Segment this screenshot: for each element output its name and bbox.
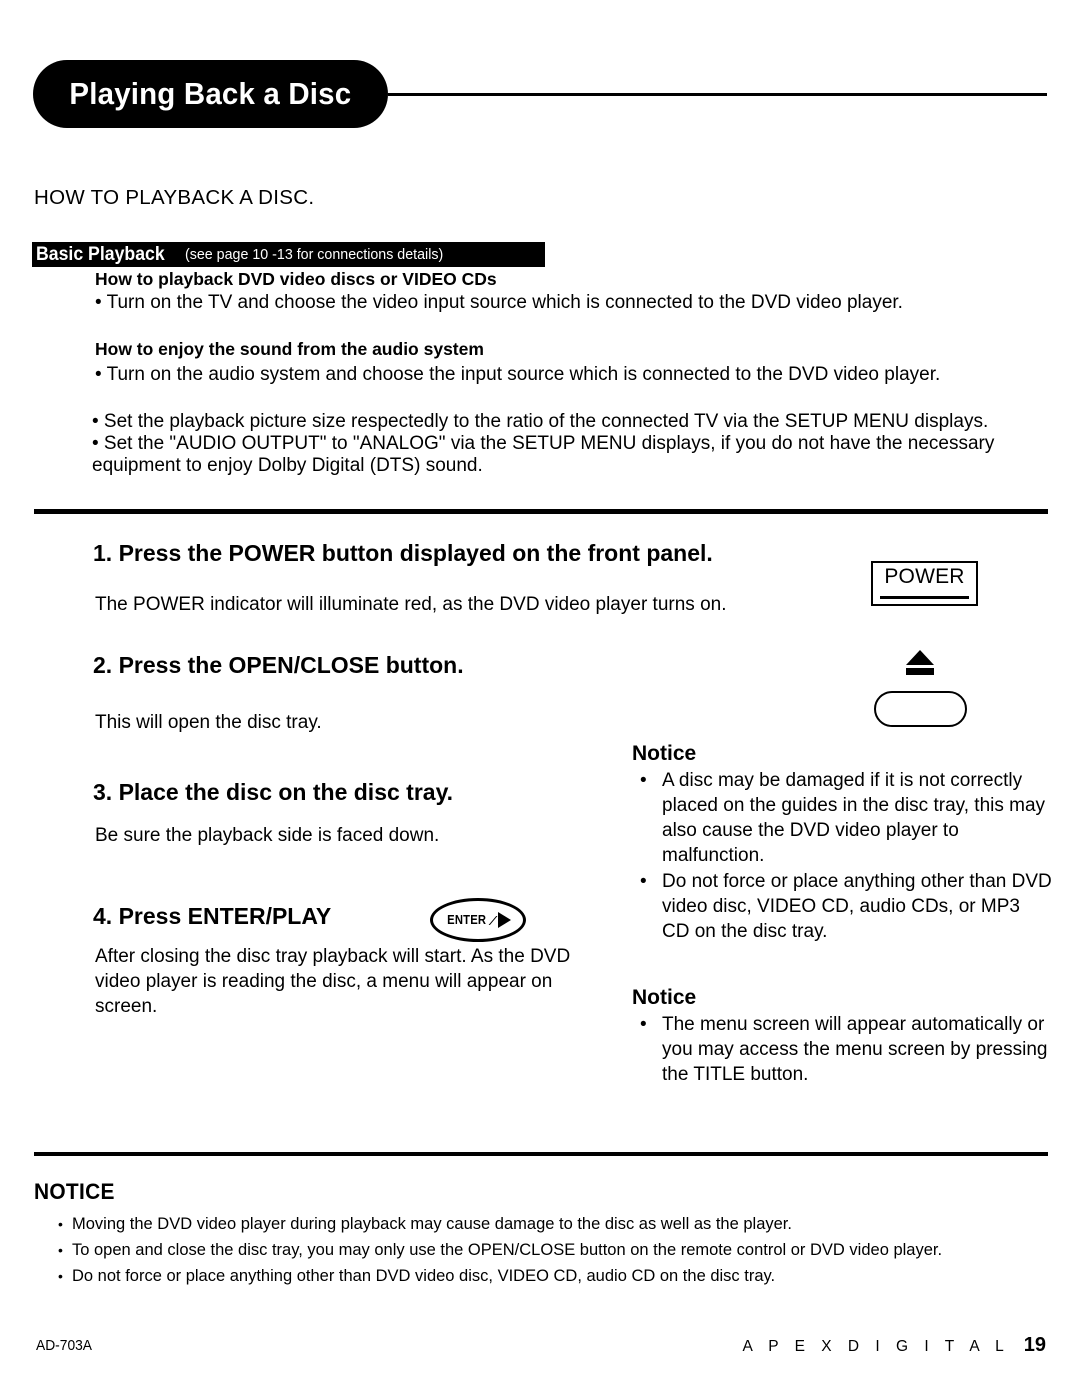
step-4-body: After closing the disc tray playback wil… — [95, 946, 571, 1017]
header-rule — [388, 93, 1047, 96]
step-3-body: Be sure the playback side is faced down. — [95, 825, 440, 846]
notice-block-menu: Notice • The menu screen will appear auto… — [632, 986, 1052, 1088]
enter-play-button-graphic[interactable]: ENTER ⁄ — [430, 898, 526, 942]
step-4-heading: 4. Press ENTER/PLAY — [93, 903, 332, 929]
bullet-icon: • — [58, 1268, 63, 1284]
notice-divider — [34, 1152, 1048, 1156]
list-item: • The menu screen will appear automatical… — [632, 1012, 1052, 1087]
bottom-notice-title: NOTICE — [34, 1179, 115, 1204]
footer-page-number: 19 — [1023, 1334, 1046, 1356]
step-3-heading: 3. Place the disc on the disc tray. — [93, 779, 454, 805]
power-button-label: POWER — [884, 565, 965, 588]
basic-playback-note: (see page 10 -13 for connections details… — [185, 246, 444, 263]
notice-title: Notice — [632, 742, 697, 765]
picture-size-bullet: • Set the playback picture size respecte… — [92, 411, 989, 432]
audio-system-subheading: How to enjoy the sound from the audio sy… — [95, 339, 484, 359]
bullet-icon: • — [640, 770, 647, 791]
bullet-icon: • — [640, 871, 647, 892]
list-item: • Do not force or place anything other th… — [58, 1263, 1048, 1289]
step-2-heading: 2. Press the OPEN/CLOSE button. — [93, 652, 464, 678]
audio-system-bullet: • Turn on the audio system and choose th… — [95, 364, 941, 385]
step-1-body: The POWER indicator will illuminate red,… — [95, 594, 727, 615]
page-title: Playing Back a Disc — [69, 76, 352, 111]
basic-playback-bar: Basic Playback (see page 10 -13 for conn… — [32, 242, 545, 267]
list-item: • A disc may be damaged if it is not corr… — [632, 768, 1052, 868]
list-item: • Do not force or place anything other th… — [632, 869, 1052, 944]
power-button-graphic[interactable]: POWER — [871, 561, 978, 606]
bullet-icon: • — [58, 1216, 63, 1232]
bottom-notice-list: • Moving the DVD video player during play… — [58, 1211, 1048, 1289]
page-title-banner: Playing Back a Disc — [33, 60, 388, 128]
notice-list: • The menu screen will appear automatical… — [632, 1012, 1052, 1087]
notice-item-text: Do not force or place anything other tha… — [662, 871, 1052, 942]
power-button-underline — [880, 596, 969, 599]
bottom-notice-item-text: Moving the DVD video player during playb… — [72, 1215, 792, 1233]
list-item: • Moving the DVD video player during play… — [58, 1211, 1048, 1237]
section-divider — [34, 509, 1048, 514]
footer-model: AD-703A — [36, 1337, 93, 1354]
bottom-notice-item-text: Do not force or place anything other tha… — [72, 1267, 776, 1285]
list-item: • To open and close the disc tray, you ma… — [58, 1237, 1048, 1263]
notice-item-text: A disc may be damaged if it is not corre… — [662, 770, 1046, 866]
notice-block-disc: Notice • A disc may be damaged if it is n… — [632, 742, 1052, 945]
how-to-heading: HOW TO PLAYBACK A DISC. — [34, 186, 315, 209]
bullet-icon: • — [58, 1242, 63, 1258]
eject-bar-icon — [906, 668, 934, 675]
footer-right: A P E X D I G I T A L 19 — [742, 1334, 1046, 1357]
footer-brand: A P E X D I G I T A L — [742, 1338, 1010, 1355]
basic-playback-title: Basic Playback — [36, 243, 165, 265]
playback-dvd-bullet: • Turn on the TV and choose the video in… — [95, 292, 903, 313]
notice-list: • A disc may be damaged if it is not corr… — [632, 768, 1052, 944]
playback-dvd-subheading: How to playback DVD video discs or VIDEO… — [95, 269, 497, 289]
eject-triangle-icon — [906, 650, 934, 665]
step-1-heading: 1. Press the POWER button displayed on t… — [93, 540, 713, 566]
bullet-icon: • — [640, 1014, 647, 1035]
notice-item-text: The menu screen will appear automaticall… — [662, 1014, 1048, 1085]
manual-page: Playing Back a Disc HOW TO PLAYBACK A DI… — [0, 0, 1080, 1397]
step-2-body: This will open the disc tray. — [95, 712, 322, 733]
page-header: Playing Back a Disc — [33, 60, 1047, 128]
play-triangle-icon — [498, 912, 512, 928]
slash-separator: ⁄ — [490, 912, 496, 928]
enter-button-label: ENTER — [446, 913, 486, 927]
open-close-button-graphic[interactable] — [874, 691, 967, 727]
notice-title: Notice — [632, 986, 697, 1009]
audio-output-bullet: • Set the "AUDIO OUTPUT" to "ANALOG" via… — [92, 433, 995, 476]
bottom-notice-item-text: To open and close the disc tray, you may… — [72, 1241, 943, 1259]
eject-icon — [906, 650, 934, 675]
